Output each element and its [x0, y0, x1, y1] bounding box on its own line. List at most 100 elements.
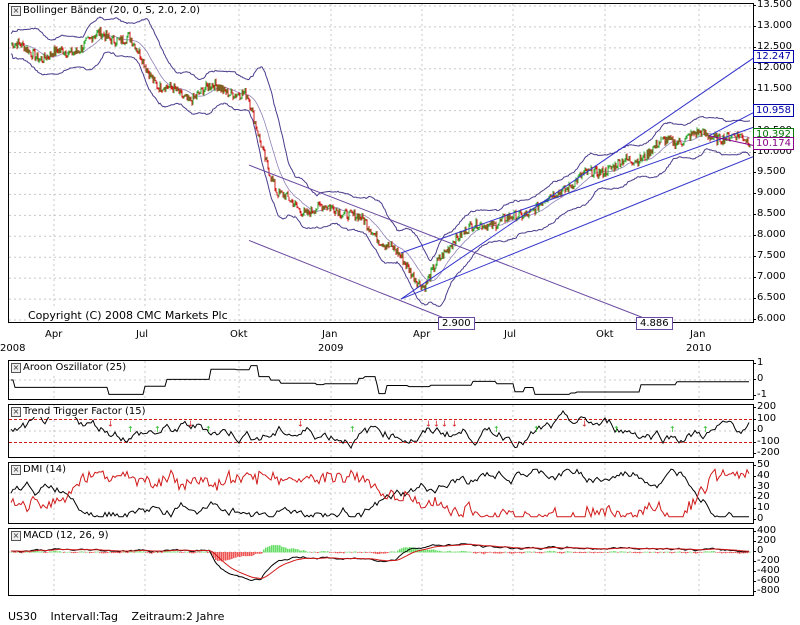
- y-tick-mark: [753, 508, 756, 510]
- macd-histogram-bar: [321, 551, 323, 553]
- month-label: Apr: [413, 329, 431, 340]
- y-tick-mark: [753, 486, 756, 488]
- macd-histogram-bar: [657, 552, 659, 554]
- macd-histogram-bar: [293, 548, 295, 553]
- y-tick-label: 30: [757, 480, 770, 492]
- buy-arrow: ↑: [493, 425, 500, 434]
- macd-histogram-bar: [563, 552, 565, 554]
- macd-histogram-bar: [279, 545, 281, 553]
- y-tick-mark: [753, 591, 756, 592]
- macd-histogram-bar: [589, 552, 591, 553]
- macd-chart[interactable]: [9, 529, 753, 595]
- macd-histogram-bar: [105, 552, 107, 554]
- macd-histogram-bar: [575, 552, 577, 553]
- macd-histogram-bar: [41, 551, 43, 553]
- price-panel[interactable]: × Bollinger Bänder (20, 0, S, 2.0, 2.0) …: [8, 3, 754, 323]
- close-icon[interactable]: ×: [11, 530, 21, 541]
- ttf-panel[interactable]: ↓ ↓ ↓ ↓ ↓ ↓ ↓ ↓ ↑ ↑ ↑ ↑ ↑ ↑ ↑ ↑ ↑ × Trend Trigger Factor…: [8, 404, 754, 458]
- month-label: Jan: [322, 329, 338, 340]
- macd-histogram-bar: [167, 551, 169, 553]
- macd-histogram-bar: [95, 551, 97, 553]
- macd-histogram-bar: [689, 551, 691, 553]
- macd-histogram-bar: [399, 548, 401, 553]
- macd-histogram-bar: [729, 552, 731, 554]
- macd-histogram-bar: [345, 551, 347, 553]
- aroon-panel[interactable]: × Aroon Oszillator (25): [8, 360, 754, 400]
- macd-histogram-bar: [331, 552, 333, 553]
- lower-band-line: [10, 51, 751, 307]
- macd-histogram-bar: [339, 552, 341, 554]
- macd-histogram-bar: [425, 550, 427, 553]
- macd-histogram-bar: [193, 552, 195, 554]
- price-chart[interactable]: [9, 4, 753, 322]
- macd-histogram-bar: [65, 551, 67, 553]
- fan-line: [708, 112, 753, 137]
- y-tick-label: 11.500: [757, 82, 792, 94]
- macd-histogram-bar: [305, 551, 307, 553]
- macd-histogram-bar: [531, 552, 533, 553]
- macd-histogram-bar: [261, 552, 263, 554]
- macd-histogram-bar: [185, 551, 187, 553]
- upper-band-line: [10, 16, 751, 262]
- macd-histogram-bar: [433, 549, 435, 553]
- macd-histogram-bar: [15, 552, 17, 553]
- y-tick-label: 8.500: [757, 208, 786, 220]
- macd-histogram-bar: [637, 552, 639, 554]
- dmi-panel[interactable]: × DMI (14): [8, 462, 754, 524]
- macd-histogram-bar: [495, 552, 497, 554]
- y-tick-mark: [753, 581, 756, 582]
- macd-histogram-bar: [459, 551, 461, 553]
- macd-histogram-bar: [61, 551, 63, 553]
- macd-histogram-bar: [383, 552, 385, 554]
- macd-histogram-bar: [53, 551, 55, 553]
- dmi-title: DMI (14): [23, 464, 66, 475]
- y-tick-mark: [753, 88, 756, 90]
- macd-histogram-bar: [111, 552, 113, 554]
- macd-histogram-bar: [389, 551, 391, 553]
- macd-histogram-bar: [249, 552, 251, 557]
- buy-arrow: ↑: [533, 425, 540, 434]
- macd-histogram-bar: [37, 550, 39, 553]
- macd-histogram-bar: [683, 552, 685, 553]
- macd-histogram-bar: [431, 549, 433, 553]
- macd-histogram-bar: [595, 552, 597, 553]
- macd-y-axis: 400 200 0 -200 -400 -600 -800: [753, 525, 800, 596]
- macd-histogram-bar: [649, 552, 651, 553]
- month-label: Jul: [136, 329, 149, 340]
- close-icon[interactable]: ×: [11, 464, 21, 475]
- year-label: 2008: [0, 343, 26, 354]
- macd-histogram-bar: [143, 551, 145, 553]
- macd-histogram-bar: [499, 552, 501, 554]
- close-icon[interactable]: ×: [11, 5, 21, 16]
- macd-histogram-bar: [643, 551, 645, 553]
- macd-histogram-bar: [731, 552, 733, 554]
- y-tick-mark: [753, 453, 756, 454]
- y-tick-mark: [753, 531, 756, 532]
- macd-histogram-bar: [631, 552, 633, 553]
- sell-arrow: ↓: [433, 419, 440, 428]
- y-tick-label: -800: [757, 585, 780, 596]
- macd-histogram-bar: [733, 552, 735, 553]
- y-tick-mark: [753, 497, 756, 499]
- macd-histogram-bar: [67, 551, 69, 553]
- y-tick-mark: [753, 407, 756, 408]
- down-channel-upper: [248, 164, 650, 321]
- sell-arrow: ↓: [581, 419, 588, 428]
- close-icon[interactable]: ×: [11, 406, 21, 417]
- y-tick-label: 13.000: [757, 19, 792, 31]
- macd-histogram-bar: [349, 551, 351, 553]
- up-channel-lower: [400, 126, 753, 254]
- close-icon[interactable]: ×: [11, 362, 21, 373]
- macd-histogram-bar: [301, 550, 303, 553]
- buy-arrow: ↑: [613, 425, 620, 434]
- macd-histogram-bar: [187, 551, 189, 553]
- macd-histogram-bar: [173, 551, 175, 553]
- macd-histogram-bar: [483, 552, 485, 555]
- dmi-chart[interactable]: [9, 463, 753, 523]
- y-tick-label: 10: [757, 502, 770, 514]
- macd-histogram-bar: [429, 549, 431, 553]
- macd-histogram-bar: [157, 552, 159, 554]
- macd-histogram-bar: [163, 551, 165, 553]
- macd-panel[interactable]: × MACD (12, 26, 9): [8, 528, 754, 596]
- macd-histogram-bar: [685, 552, 687, 554]
